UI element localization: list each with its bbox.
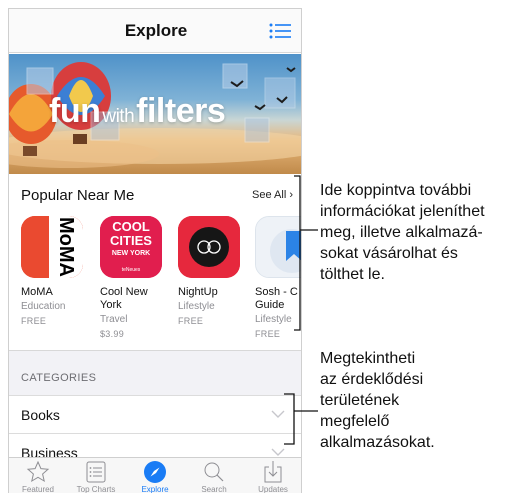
tab-top-charts[interactable]: Top Charts [67, 460, 125, 493]
categories-header: CATEGORIES [21, 372, 97, 384]
tile-line3: NEW YORK [112, 250, 150, 257]
tab-search[interactable]: Search [185, 460, 243, 493]
list-icon [86, 461, 106, 483]
search-icon [204, 462, 224, 482]
compass-icon [144, 461, 166, 483]
page-title: Explore [124, 21, 188, 40]
star-icon [26, 460, 50, 483]
app-item-nightup[interactable]: NightUp Lifestyle FREE [178, 216, 246, 328]
tab-updates[interactable]: Updates [244, 460, 301, 493]
stage: Explore fun withfilters Popular Near Me … [0, 0, 526, 493]
tile-line1: COOL [112, 219, 150, 234]
app-item-moma[interactable]: MoMA MoMA Education FREE [21, 216, 89, 328]
cool-cities-app-icon: COOL CITIES NEW YORK teNeues [100, 216, 162, 278]
tile-line2: CITIES [110, 233, 152, 248]
see-all-link[interactable]: See All › [252, 189, 293, 201]
category-label: Books [21, 407, 60, 423]
tab-bar: Featured Top Charts Explore Search Updat… [9, 457, 301, 493]
callout-bracket-top [294, 175, 318, 331]
callout-bracket-bottom [284, 393, 318, 445]
app-category: Lifestyle [178, 301, 215, 312]
app-name: MoMA [21, 286, 53, 298]
app-item-cool-new-york[interactable]: COOL CITIES NEW YORK teNeues Cool New Yor… [100, 216, 168, 341]
tab-featured[interactable]: Featured [9, 460, 67, 493]
app-price: FREE [178, 316, 204, 326]
categories-section: CATEGORIES Books Business [9, 350, 301, 471]
app-store-screen: Explore fun withfilters Popular Near Me … [8, 8, 302, 493]
moma-app-icon: MoMA [21, 216, 83, 278]
nightup-app-icon [178, 216, 240, 278]
section-title: Popular Near Me [21, 187, 135, 204]
popular-near-me-section: Popular Near Me See All › MoMA MoMA Educ… [9, 174, 301, 349]
app-name: Cool New York [100, 286, 148, 311]
app-name: NightUp [178, 286, 218, 298]
download-icon [264, 461, 282, 483]
category-row-books[interactable]: Books [9, 395, 301, 433]
navigation-bar: Explore [9, 9, 301, 53]
app-price: $3.99 [100, 329, 125, 339]
app-category: Travel [100, 314, 128, 325]
featured-banner[interactable]: fun withfilters [9, 54, 301, 174]
tile-brand: teNeues [122, 267, 141, 273]
app-price: FREE [21, 316, 47, 326]
app-category: Education [21, 301, 66, 312]
moma-tile-text: MoMA [55, 217, 77, 277]
callout-text-categories: Megtekintheti az érdeklődési területének… [320, 350, 435, 451]
list-icon[interactable] [269, 23, 291, 39]
banner-headline: fun withfilters [49, 92, 226, 130]
callout-text-popular: Ide koppintva további információkat jele… [320, 182, 485, 283]
tab-explore[interactable]: Explore [126, 460, 184, 493]
